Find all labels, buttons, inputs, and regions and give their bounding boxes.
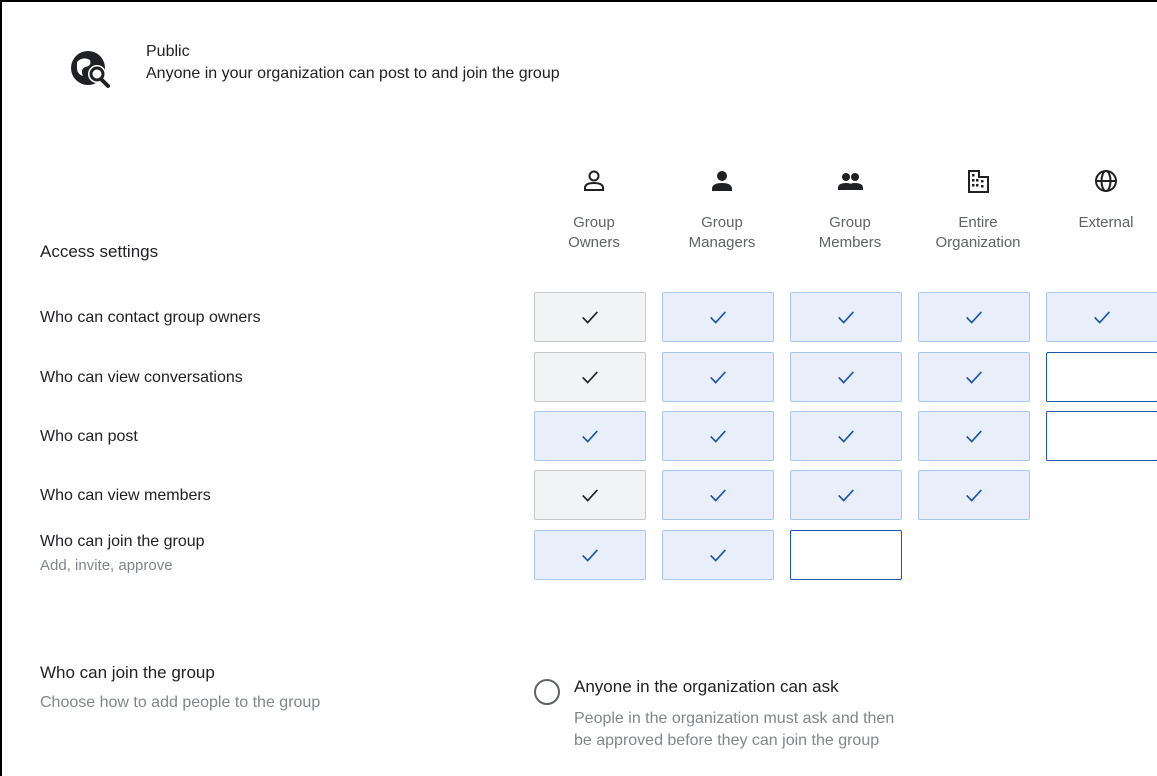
permission-cell[interactable] (918, 352, 1030, 402)
building-icon (968, 170, 989, 193)
people-icon (838, 173, 863, 190)
check-icon (710, 549, 726, 562)
join-option-label[interactable]: Anyone in the organization can ask (574, 677, 839, 697)
check-icon (710, 489, 726, 502)
permission-cell[interactable] (662, 530, 774, 580)
permission-cell[interactable] (790, 530, 902, 580)
check-icon (582, 371, 598, 384)
check-icon (582, 311, 598, 324)
row-label-post: Who can post (40, 428, 138, 445)
check-icon (838, 489, 854, 502)
check-icon (838, 311, 854, 324)
column-label: Group Members (818, 214, 882, 251)
join-section-title: Who can join the group (40, 663, 215, 682)
check-icon (1094, 311, 1110, 324)
column-external: External (1048, 167, 1157, 233)
access-settings-title: Access settings (40, 242, 159, 261)
group-type-title: Public (146, 43, 190, 60)
check-icon (966, 371, 982, 384)
column-label: Group Managers (688, 214, 756, 251)
column-label: Entire Organization (935, 214, 1021, 251)
permission-cell[interactable] (1046, 411, 1157, 461)
person-filled-icon (712, 171, 732, 191)
column-label: Group Owners (568, 214, 620, 251)
permission-cell[interactable] (1046, 352, 1157, 402)
settings-panel: Public Anyone in your organization can p… (0, 0, 1157, 776)
permission-cell (534, 470, 646, 520)
permission-cell[interactable] (534, 411, 646, 461)
permission-cell[interactable] (790, 352, 902, 402)
group-type-description: Anyone in your organization can post to … (146, 65, 560, 82)
check-icon (582, 489, 598, 502)
column-group-owners: Group Owners (536, 167, 652, 253)
row-label-view-conversations: Who can view conversations (40, 369, 243, 386)
column-group-members: Group Members (792, 167, 908, 253)
check-icon (966, 489, 982, 502)
permission-cell[interactable] (918, 470, 1030, 520)
column-group-managers: Group Managers (664, 167, 780, 253)
row-label-join-group: Who can join the group Add, invite, appr… (40, 532, 205, 576)
permission-cell[interactable] (918, 411, 1030, 461)
join-option-description: People in the organization must ask and … (574, 710, 895, 749)
row-label-text: Who can join the group (40, 533, 205, 550)
check-icon (966, 311, 982, 324)
group-type-header: Public Anyone in your organization can p… (66, 42, 1066, 102)
permission-cell (534, 352, 646, 402)
join-section-subtitle: Choose how to add people to the group (40, 694, 321, 711)
permission-cell[interactable] (662, 352, 774, 402)
permission-cell[interactable] (790, 411, 902, 461)
permission-cell[interactable] (662, 470, 774, 520)
permission-cell[interactable] (1046, 292, 1157, 342)
permission-cell[interactable] (662, 411, 774, 461)
check-icon (838, 430, 854, 443)
row-label-subtext: Add, invite, approve (40, 557, 173, 574)
permission-cell[interactable] (790, 292, 902, 342)
check-icon (582, 430, 598, 443)
permission-cell[interactable] (790, 470, 902, 520)
person-outline-icon (584, 170, 604, 191)
globe-search-icon (71, 51, 110, 88)
permission-cell[interactable] (918, 292, 1030, 342)
permission-cell[interactable] (662, 292, 774, 342)
row-label-view-members: Who can view members (40, 487, 211, 504)
permission-cell[interactable] (534, 530, 646, 580)
check-icon (838, 371, 854, 384)
check-icon (966, 430, 982, 443)
permission-cell (534, 292, 646, 342)
check-icon (710, 371, 726, 384)
globe-icon (1095, 170, 1117, 192)
join-option-radio[interactable] (534, 679, 560, 705)
check-icon (710, 311, 726, 324)
check-icon (710, 430, 726, 443)
row-label-contact-owners: Who can contact group owners (40, 309, 261, 326)
check-icon (582, 549, 598, 562)
column-entire-organization: Entire Organization (920, 167, 1036, 253)
column-label: External (1078, 214, 1134, 231)
